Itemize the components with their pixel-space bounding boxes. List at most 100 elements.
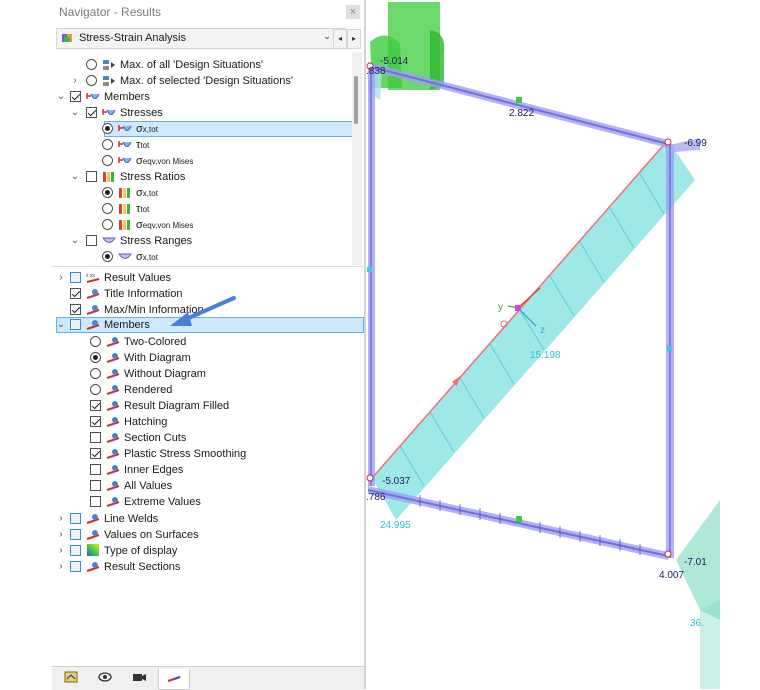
tree-item-range-sigma-x-tot[interactable]: σx,tot <box>56 249 356 265</box>
tab-results[interactable] <box>158 669 190 690</box>
radio-two-colored[interactable] <box>90 336 101 347</box>
checkbox-extreme-values[interactable] <box>90 496 101 507</box>
previous-button[interactable]: ◂ <box>333 29 347 49</box>
tree-item-section-cuts[interactable]: Section Cuts <box>56 430 356 446</box>
tree-item-stresses[interactable]: ⌄ Stresses <box>56 105 356 121</box>
checkbox-title-information[interactable] <box>70 288 81 299</box>
checkbox-result-sections[interactable] <box>70 561 81 572</box>
tree-label: Type of display <box>104 545 178 557</box>
checkbox-result-values[interactable] <box>70 272 81 283</box>
checkbox-members[interactable] <box>70 91 81 102</box>
tree-item-values-on-surfaces[interactable]: › Values on Surfaces <box>56 527 356 543</box>
member-stress-icon <box>102 109 116 115</box>
radio-ratio-tau[interactable] <box>102 203 113 214</box>
checkbox-type-of-display[interactable] <box>70 545 81 556</box>
radio-without-diagram[interactable] <box>90 368 101 379</box>
checkbox-section-cuts[interactable] <box>90 432 101 443</box>
tree-item-ratio-sigma-eqv[interactable]: σeqv,von Mises <box>56 217 356 233</box>
expand-arrow-icon[interactable]: › <box>56 270 66 286</box>
checkbox-hatching[interactable] <box>90 416 101 427</box>
expand-arrow-icon[interactable]: › <box>56 511 66 527</box>
tree-item-two-colored[interactable]: Two-Colored <box>56 334 356 350</box>
checkbox-stress-ranges[interactable] <box>86 235 97 246</box>
tab-data[interactable] <box>56 669 86 689</box>
tree-item-rendered[interactable]: Rendered <box>56 382 356 398</box>
tree-item-all-values[interactable]: All Values <box>56 478 356 494</box>
model-viewport[interactable]: -5.014 .838 2.822 -6.99 y z 15.198 -5.03… <box>366 0 760 689</box>
tree-item-tau-tot[interactable]: τtot <box>56 137 356 153</box>
tree-item-with-diagram[interactable]: With Diagram <box>56 350 356 366</box>
tree-item-type-of-display[interactable]: › Type of display <box>56 543 356 559</box>
checkbox-plastic-stress-smoothing[interactable] <box>90 448 101 459</box>
tree-label: Inner Edges <box>124 464 184 476</box>
tree-item-extreme-values[interactable]: Extreme Values <box>56 494 356 510</box>
checkbox-inner-edges[interactable] <box>90 464 101 475</box>
tree-item-plastic-stress-smoothing[interactable]: Plastic Stress Smoothing <box>56 446 356 462</box>
tree-item-ratio-sigma-x-tot[interactable]: σx,tot <box>56 185 356 201</box>
radio-sigma-x-tot[interactable] <box>102 123 113 134</box>
label-top-right: -6.99 <box>684 138 707 149</box>
expand-arrow-icon[interactable]: › <box>70 73 80 89</box>
expand-arrow-icon[interactable]: › <box>56 559 66 575</box>
collapse-arrow-icon[interactable]: ⌄ <box>70 169 80 185</box>
checkbox-stress-ratios[interactable] <box>86 171 97 182</box>
tree-label: σeqv,von Mises <box>136 155 194 167</box>
tree-item-result-values[interactable]: › x.xx Result Values <box>56 270 356 286</box>
tree-item-without-diagram[interactable]: Without Diagram <box>56 366 356 382</box>
radio-with-diagram[interactable] <box>90 352 101 363</box>
radio-tau-tot[interactable] <box>102 139 113 150</box>
close-button[interactable]: × <box>346 5 360 19</box>
tree-label: Rendered <box>124 384 173 396</box>
tab-display[interactable] <box>90 669 120 689</box>
tree-item-result-sections[interactable]: › Result Sections <box>56 559 356 575</box>
tree-item-ratio-tau-tot[interactable]: τtot <box>56 201 356 217</box>
tree-item-hatching[interactable]: Hatching <box>56 414 356 430</box>
radio-range-sigma[interactable] <box>102 251 113 262</box>
display-option-icon <box>86 530 100 540</box>
tree-item-members[interactable]: ⌄ Members <box>56 89 356 105</box>
tree-item-line-welds[interactable]: › Line Welds <box>56 511 356 527</box>
combobox-value: Stress-Strain Analysis <box>79 32 186 44</box>
label-axis-y: y <box>498 302 503 313</box>
radio-max-all[interactable] <box>86 59 97 70</box>
expand-arrow-icon[interactable]: › <box>56 527 66 543</box>
collapse-arrow-icon[interactable]: ⌄ <box>56 89 66 105</box>
tree-item-sigma-eqv[interactable]: σeqv,von Mises <box>56 153 356 169</box>
tree-item-result-diagram-filled[interactable]: Result Diagram Filled <box>56 398 356 414</box>
checkbox-result-diagram-filled[interactable] <box>90 400 101 411</box>
checkbox-line-welds[interactable] <box>70 513 81 524</box>
stress-ratio-icon <box>103 172 114 182</box>
scrollbar-thumb[interactable] <box>354 76 358 124</box>
checkbox-stresses[interactable] <box>86 107 97 118</box>
tree-label: Plastic Stress Smoothing <box>124 448 247 460</box>
tree-item-stress-ranges[interactable]: ⌄ Stress Ranges <box>56 233 356 249</box>
results-type-combobox[interactable]: Stress-Strain Analysis ⌄ <box>56 28 346 49</box>
collapse-arrow-icon[interactable]: ⌄ <box>70 105 80 121</box>
tree-item-max-all[interactable]: Max. of all 'Design Situations' <box>56 57 356 73</box>
tab-views[interactable] <box>124 669 154 689</box>
navigator-panel: Navigator - Results × Stress-Strain Anal… <box>52 0 364 690</box>
tree-item-sigma-x-tot[interactable]: σx,tot <box>102 121 360 137</box>
radio-max-selected[interactable] <box>86 75 97 86</box>
tree-label: σx,tot <box>136 123 158 135</box>
label-far-right-bottom: 36. <box>690 618 704 629</box>
expand-arrow-icon[interactable]: › <box>56 543 66 559</box>
tree-item-max-selected[interactable]: › Max. of selected 'Design Situations' <box>56 73 356 89</box>
checkbox-values-on-surfaces[interactable] <box>70 529 81 540</box>
display-option-icon <box>86 562 100 572</box>
checkbox-members-display[interactable] <box>70 319 81 330</box>
collapse-arrow-icon[interactable]: ⌄ <box>56 318 66 334</box>
radio-sigma-eqv[interactable] <box>102 155 113 166</box>
collapse-arrow-icon[interactable]: ⌄ <box>70 233 80 249</box>
tree-label: Result Sections <box>104 561 181 573</box>
chevron-down-icon[interactable]: ⌄ <box>323 31 331 42</box>
checkbox-max-min-information[interactable] <box>70 304 81 315</box>
tree-item-inner-edges[interactable]: Inner Edges <box>56 462 356 478</box>
tree-label: Extreme Values <box>124 496 201 508</box>
checkbox-all-values[interactable] <box>90 480 101 491</box>
next-button[interactable]: ▸ <box>347 29 361 49</box>
radio-ratio-sigma[interactable] <box>102 187 113 198</box>
radio-rendered[interactable] <box>90 384 101 395</box>
radio-ratio-eqv[interactable] <box>102 219 113 230</box>
tree-item-stress-ratios[interactable]: ⌄ Stress Ratios <box>56 169 356 185</box>
